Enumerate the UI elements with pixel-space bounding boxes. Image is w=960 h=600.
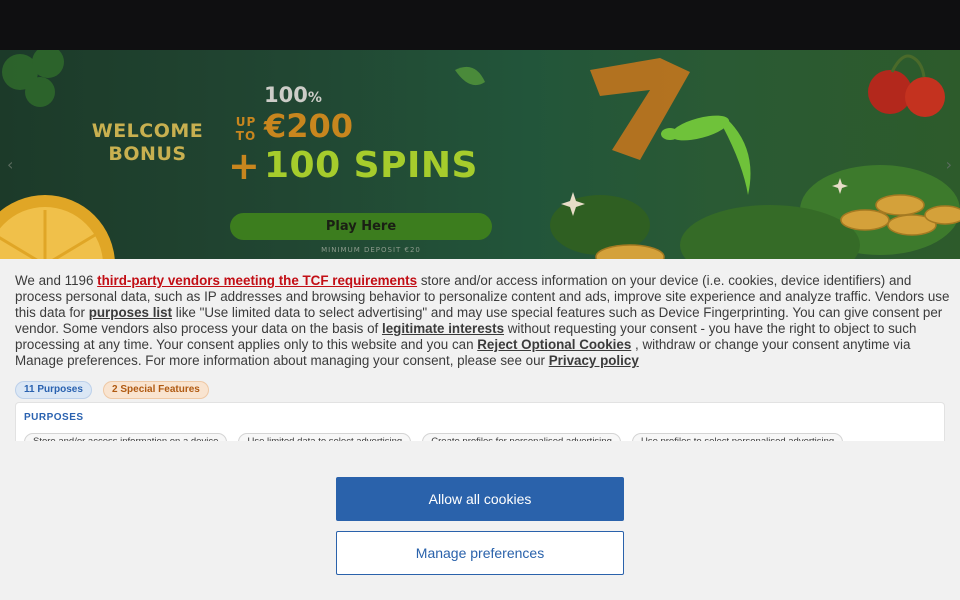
- legitimate-interests-link[interactable]: legitimate interests: [382, 321, 504, 336]
- consent-badges: 11 Purposes 2 Special Features: [15, 377, 215, 399]
- purposes-chip-list: Store and/or access information on a dev…: [24, 429, 849, 441]
- purposes-list-link[interactable]: purposes list: [89, 305, 172, 320]
- purposes-heading: PURPOSES: [24, 412, 84, 423]
- manage-preferences-button[interactable]: Manage preferences: [336, 531, 624, 575]
- purpose-chip: Store and/or access information on a dev…: [24, 433, 228, 441]
- up-to-line-1: UP: [235, 115, 257, 129]
- free-spins-text: 100 SPINS: [264, 145, 478, 186]
- bonus-percent: 100%: [264, 83, 322, 107]
- play-here-button[interactable]: Play Here: [230, 213, 492, 240]
- plus-sign: +: [228, 144, 260, 188]
- purposes-box: PURPOSES Store and/or access information…: [15, 402, 945, 441]
- welcome-line-2: BONUS: [108, 143, 187, 165]
- cookie-consent-panel: We and 1196 third-party vendors meeting …: [0, 259, 960, 600]
- reject-optional-cookies-link[interactable]: Reject Optional Cookies: [477, 337, 631, 352]
- up-to-line-2: TO: [235, 129, 257, 143]
- purpose-chip: Use limited data to select advertising: [238, 433, 412, 441]
- bonus-percent-value: 100: [264, 83, 308, 107]
- carousel-next-icon[interactable]: ›: [946, 155, 952, 174]
- welcome-bonus-title: WELCOME BONUS: [80, 120, 215, 166]
- welcome-bonus-banner[interactable]: WELCOME BONUS 100% UP TO €200 + 100 SPIN…: [0, 50, 960, 259]
- up-to-label: UP TO: [233, 115, 259, 143]
- minimum-deposit-text: MINIMUM DEPOSIT €20: [321, 246, 421, 254]
- welcome-line-1: WELCOME: [91, 120, 204, 142]
- purpose-chip: Use profiles to select personalised adve…: [631, 433, 844, 441]
- purpose-chip: Create profiles for personalised adverti…: [422, 433, 621, 441]
- special-features-badge[interactable]: 2 Special Features: [103, 381, 209, 399]
- allow-all-cookies-button[interactable]: Allow all cookies: [336, 477, 624, 521]
- purposes-count-badge[interactable]: 11 Purposes: [15, 381, 92, 399]
- bonus-percent-sign: %: [307, 90, 322, 106]
- bonus-amount: €200: [264, 107, 354, 145]
- vendors-link[interactable]: third-party vendors meeting the TCF requ…: [97, 273, 417, 288]
- consent-text-1: We and 1196: [15, 273, 98, 288]
- top-bar: [0, 0, 960, 50]
- consent-description: We and 1196 third-party vendors meeting …: [15, 273, 950, 369]
- carousel-prev-icon[interactable]: ‹: [7, 155, 13, 174]
- privacy-policy-link[interactable]: Privacy policy: [549, 353, 639, 368]
